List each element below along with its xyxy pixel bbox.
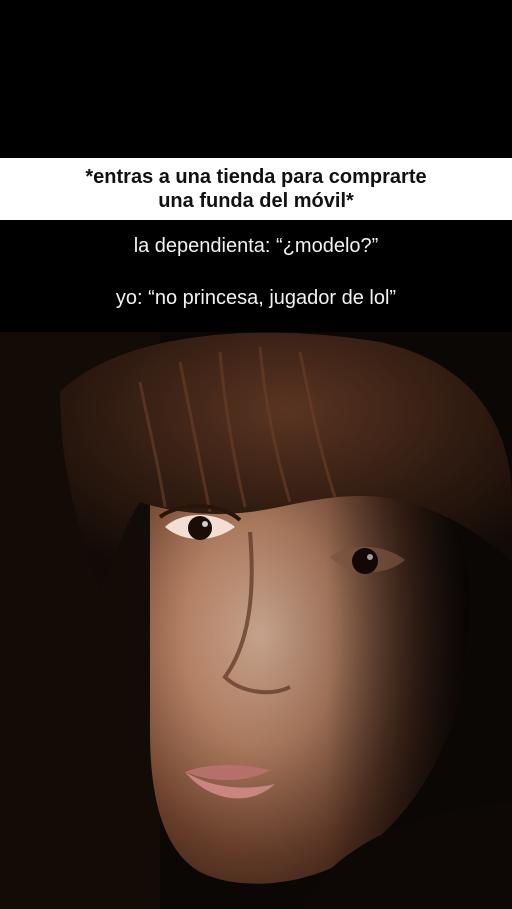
top-black-area (0, 0, 512, 158)
portrait-photo (0, 332, 512, 909)
caption-line-1: *entras a una tienda para comprarte (85, 166, 427, 188)
caption-line-2: una funda del móvil* (158, 190, 354, 212)
caption-band: *entras a una tienda para comprarte una … (0, 158, 512, 220)
portrait-illustration (0, 332, 512, 909)
dialog-band: la dependienta: “¿modelo?” yo: “no princ… (0, 220, 512, 332)
dialog-line-me: yo: “no princesa, jugador de lol” (115, 287, 397, 309)
dialog-line-clerk: la dependienta: “¿modelo?” (133, 235, 379, 257)
